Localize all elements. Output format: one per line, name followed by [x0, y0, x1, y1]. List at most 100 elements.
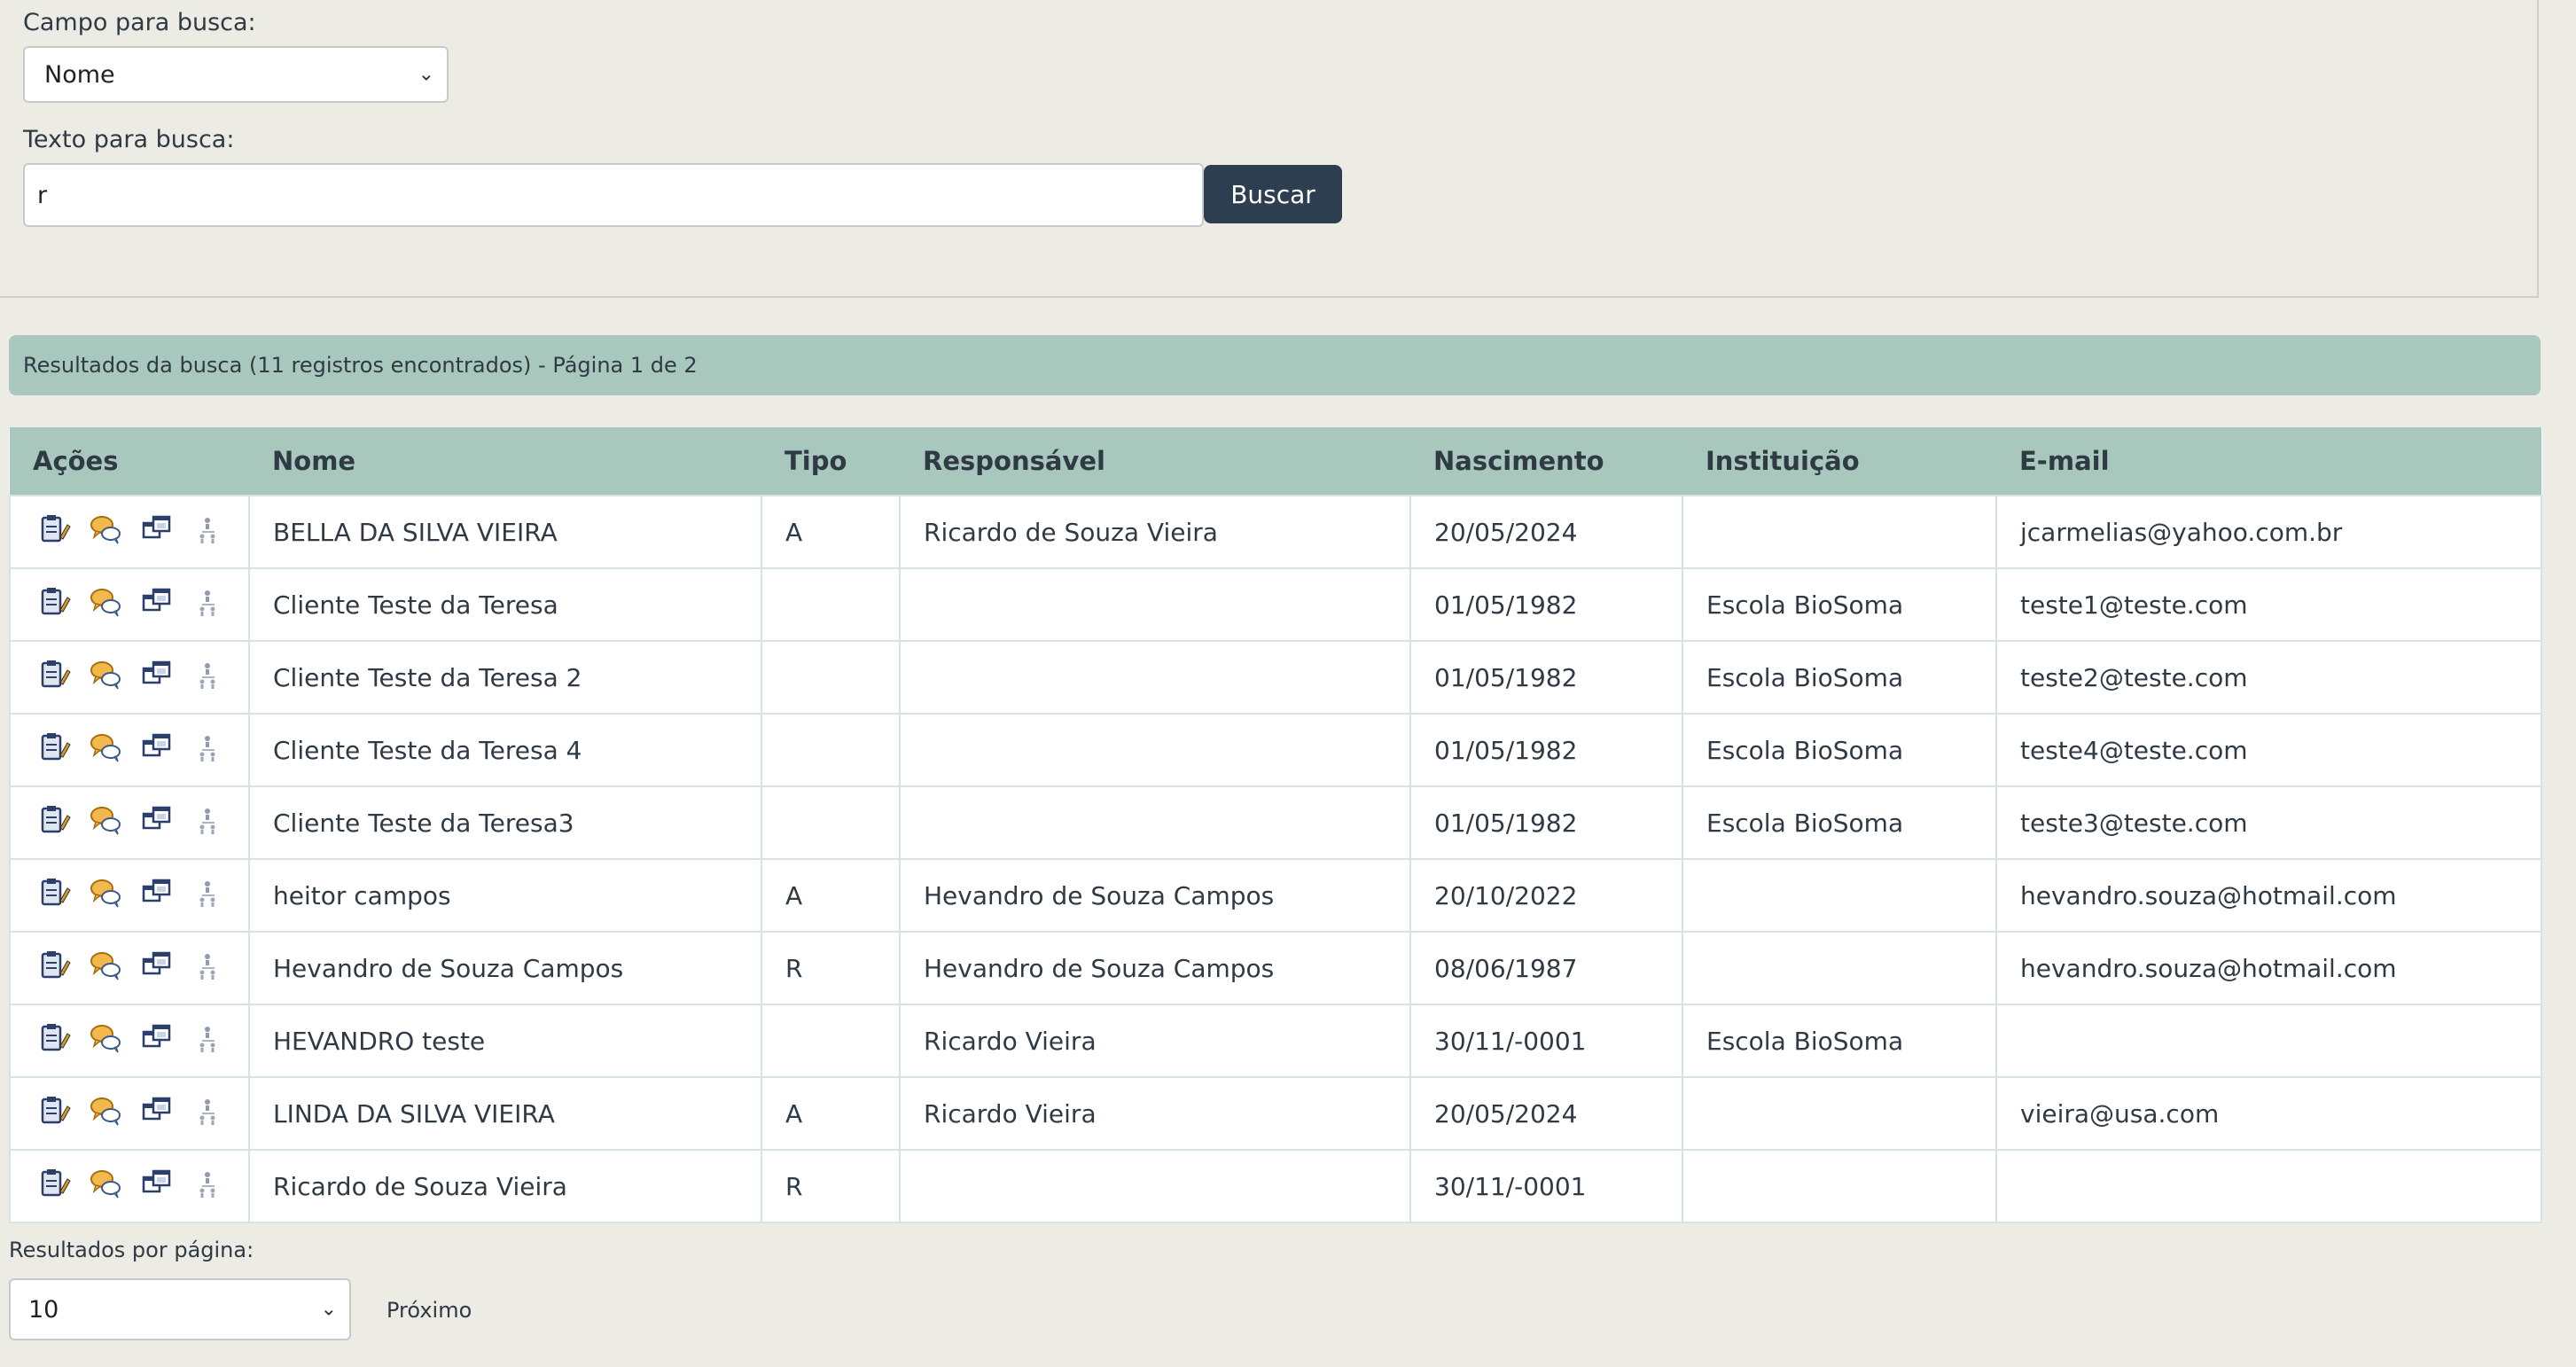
cell-tipo: R	[761, 1149, 901, 1223]
cell-tipo: R	[761, 931, 901, 1005]
column-header-email: E-mail	[1996, 427, 2541, 496]
chat-bubbles-icon[interactable]	[89, 512, 122, 552]
search-field-select[interactable]: Nome ⌄	[23, 46, 449, 103]
cell-email: hevandro.souza@hotmail.com	[1995, 858, 2542, 933]
cell-instituicao	[1682, 858, 1997, 933]
column-header-nome: Nome	[249, 427, 761, 496]
cell-email: teste1@teste.com	[1995, 567, 2542, 642]
cell-acoes	[9, 567, 250, 642]
chat-bubbles-icon[interactable]	[89, 803, 122, 843]
search-text-label: Texto para busca:	[23, 126, 235, 153]
cell-email: vieira@usa.com	[1995, 1076, 2542, 1151]
clipboard-edit-icon[interactable]	[37, 585, 71, 625]
user-tree-icon[interactable]	[191, 730, 225, 770]
per-page-select[interactable]: 10 ⌄	[9, 1278, 351, 1340]
search-input[interactable]: r	[23, 163, 1204, 227]
clipboard-edit-icon[interactable]	[37, 803, 71, 843]
cell-acoes	[9, 931, 250, 1005]
windows-icon[interactable]	[140, 1021, 174, 1061]
clipboard-edit-icon[interactable]	[37, 1094, 71, 1134]
cell-acoes	[9, 713, 250, 787]
cell-nascimento: 01/05/1982	[1409, 567, 1683, 642]
windows-icon[interactable]	[140, 1094, 174, 1134]
cell-tipo: A	[761, 1076, 901, 1151]
user-tree-icon[interactable]	[191, 512, 225, 552]
windows-icon[interactable]	[140, 512, 174, 552]
cell-acoes	[9, 1076, 250, 1151]
search-input-value: r	[37, 181, 48, 209]
windows-icon[interactable]	[140, 876, 174, 916]
results-table: Ações Nome Tipo Responsável Nascimento Instit…	[9, 427, 2542, 1223]
chat-bubbles-icon[interactable]	[89, 658, 122, 698]
cell-tipo	[761, 640, 901, 715]
windows-icon[interactable]	[140, 585, 174, 625]
table-row: Cliente Teste da Teresa 2 01/05/1982 Escol…	[9, 640, 2542, 715]
user-tree-icon[interactable]	[191, 803, 225, 843]
windows-icon[interactable]	[140, 803, 174, 843]
cell-nascimento: 20/05/2024	[1409, 495, 1683, 569]
next-page-link[interactable]: Próximo	[386, 1298, 472, 1323]
chat-bubbles-icon[interactable]	[89, 876, 122, 916]
clipboard-edit-icon[interactable]	[37, 1167, 71, 1207]
cell-responsavel	[899, 713, 1411, 787]
per-page-value: 10	[28, 1295, 59, 1324]
clipboard-edit-icon[interactable]	[37, 658, 71, 698]
windows-icon[interactable]	[140, 658, 174, 698]
cell-email: teste4@teste.com	[1995, 713, 2542, 787]
cell-acoes	[9, 858, 250, 933]
clipboard-edit-icon[interactable]	[37, 876, 71, 916]
user-tree-icon[interactable]	[191, 1021, 225, 1061]
chat-bubbles-icon[interactable]	[89, 730, 122, 770]
clipboard-edit-icon[interactable]	[37, 949, 71, 988]
clipboard-edit-icon[interactable]	[37, 730, 71, 770]
table-row: Hevandro de Souza Campos R Hevandro de Sou…	[9, 931, 2542, 1005]
chat-bubbles-icon[interactable]	[89, 585, 122, 625]
windows-icon[interactable]	[140, 949, 174, 988]
results-summary-text: Resultados da busca (11 registros encont…	[23, 353, 698, 378]
user-tree-icon[interactable]	[191, 1094, 225, 1134]
cell-nome: BELLA DA SILVA VIEIRA	[248, 495, 762, 569]
cell-acoes	[9, 1004, 250, 1078]
chat-bubbles-icon[interactable]	[89, 949, 122, 988]
chat-bubbles-icon[interactable]	[89, 1094, 122, 1134]
windows-icon[interactable]	[140, 730, 174, 770]
column-header-responsavel: Responsável	[900, 427, 1410, 496]
user-tree-icon[interactable]	[191, 876, 225, 916]
table-row: BELLA DA SILVA VIEIRA A Ricardo de Souza V…	[9, 495, 2542, 569]
table-row: Ricardo de Souza Vieira R 30/11/-0001	[9, 1149, 2542, 1223]
cell-instituicao: Escola BioSoma	[1682, 640, 1997, 715]
cell-responsavel	[899, 640, 1411, 715]
clipboard-edit-icon[interactable]	[37, 512, 71, 552]
chat-bubbles-icon[interactable]	[89, 1021, 122, 1061]
user-tree-icon[interactable]	[191, 585, 225, 625]
cell-nome: Cliente Teste da Teresa	[248, 567, 762, 642]
cell-nome: Cliente Teste da Teresa3	[248, 785, 762, 860]
cell-responsavel	[899, 785, 1411, 860]
cell-nome: Hevandro de Souza Campos	[248, 931, 762, 1005]
table-body: BELLA DA SILVA VIEIRA A Ricardo de Souza V…	[9, 495, 2542, 1223]
cell-responsavel	[899, 567, 1411, 642]
cell-instituicao: Escola BioSoma	[1682, 713, 1997, 787]
cell-responsavel: Ricardo Vieira	[899, 1004, 1411, 1078]
user-tree-icon[interactable]	[191, 1167, 225, 1207]
cell-responsavel: Ricardo Vieira	[899, 1076, 1411, 1151]
cell-tipo: A	[761, 495, 901, 569]
cell-instituicao: Escola BioSoma	[1682, 1004, 1997, 1078]
clipboard-edit-icon[interactable]	[37, 1021, 71, 1061]
table-row: heitor campos A Hevandro de Souza Campos 20…	[9, 858, 2542, 933]
table-row: Cliente Teste da Teresa 01/05/1982 Escola …	[9, 567, 2542, 642]
cell-instituicao: Escola BioSoma	[1682, 567, 1997, 642]
windows-icon[interactable]	[140, 1167, 174, 1207]
table-row: LINDA DA SILVA VIEIRA A Ricardo Vieira 20/0…	[9, 1076, 2542, 1151]
chat-bubbles-icon[interactable]	[89, 1167, 122, 1207]
cell-nome: Ricardo de Souza Vieira	[248, 1149, 762, 1223]
cell-acoes	[9, 495, 250, 569]
cell-email: teste3@teste.com	[1995, 785, 2542, 860]
user-tree-icon[interactable]	[191, 949, 225, 988]
cell-email	[1995, 1149, 2542, 1223]
cell-tipo	[761, 785, 901, 860]
per-page-label: Resultados por página:	[9, 1238, 254, 1262]
cell-nascimento: 08/06/1987	[1409, 931, 1683, 1005]
user-tree-icon[interactable]	[191, 658, 225, 698]
search-button[interactable]: Buscar	[1204, 165, 1342, 223]
